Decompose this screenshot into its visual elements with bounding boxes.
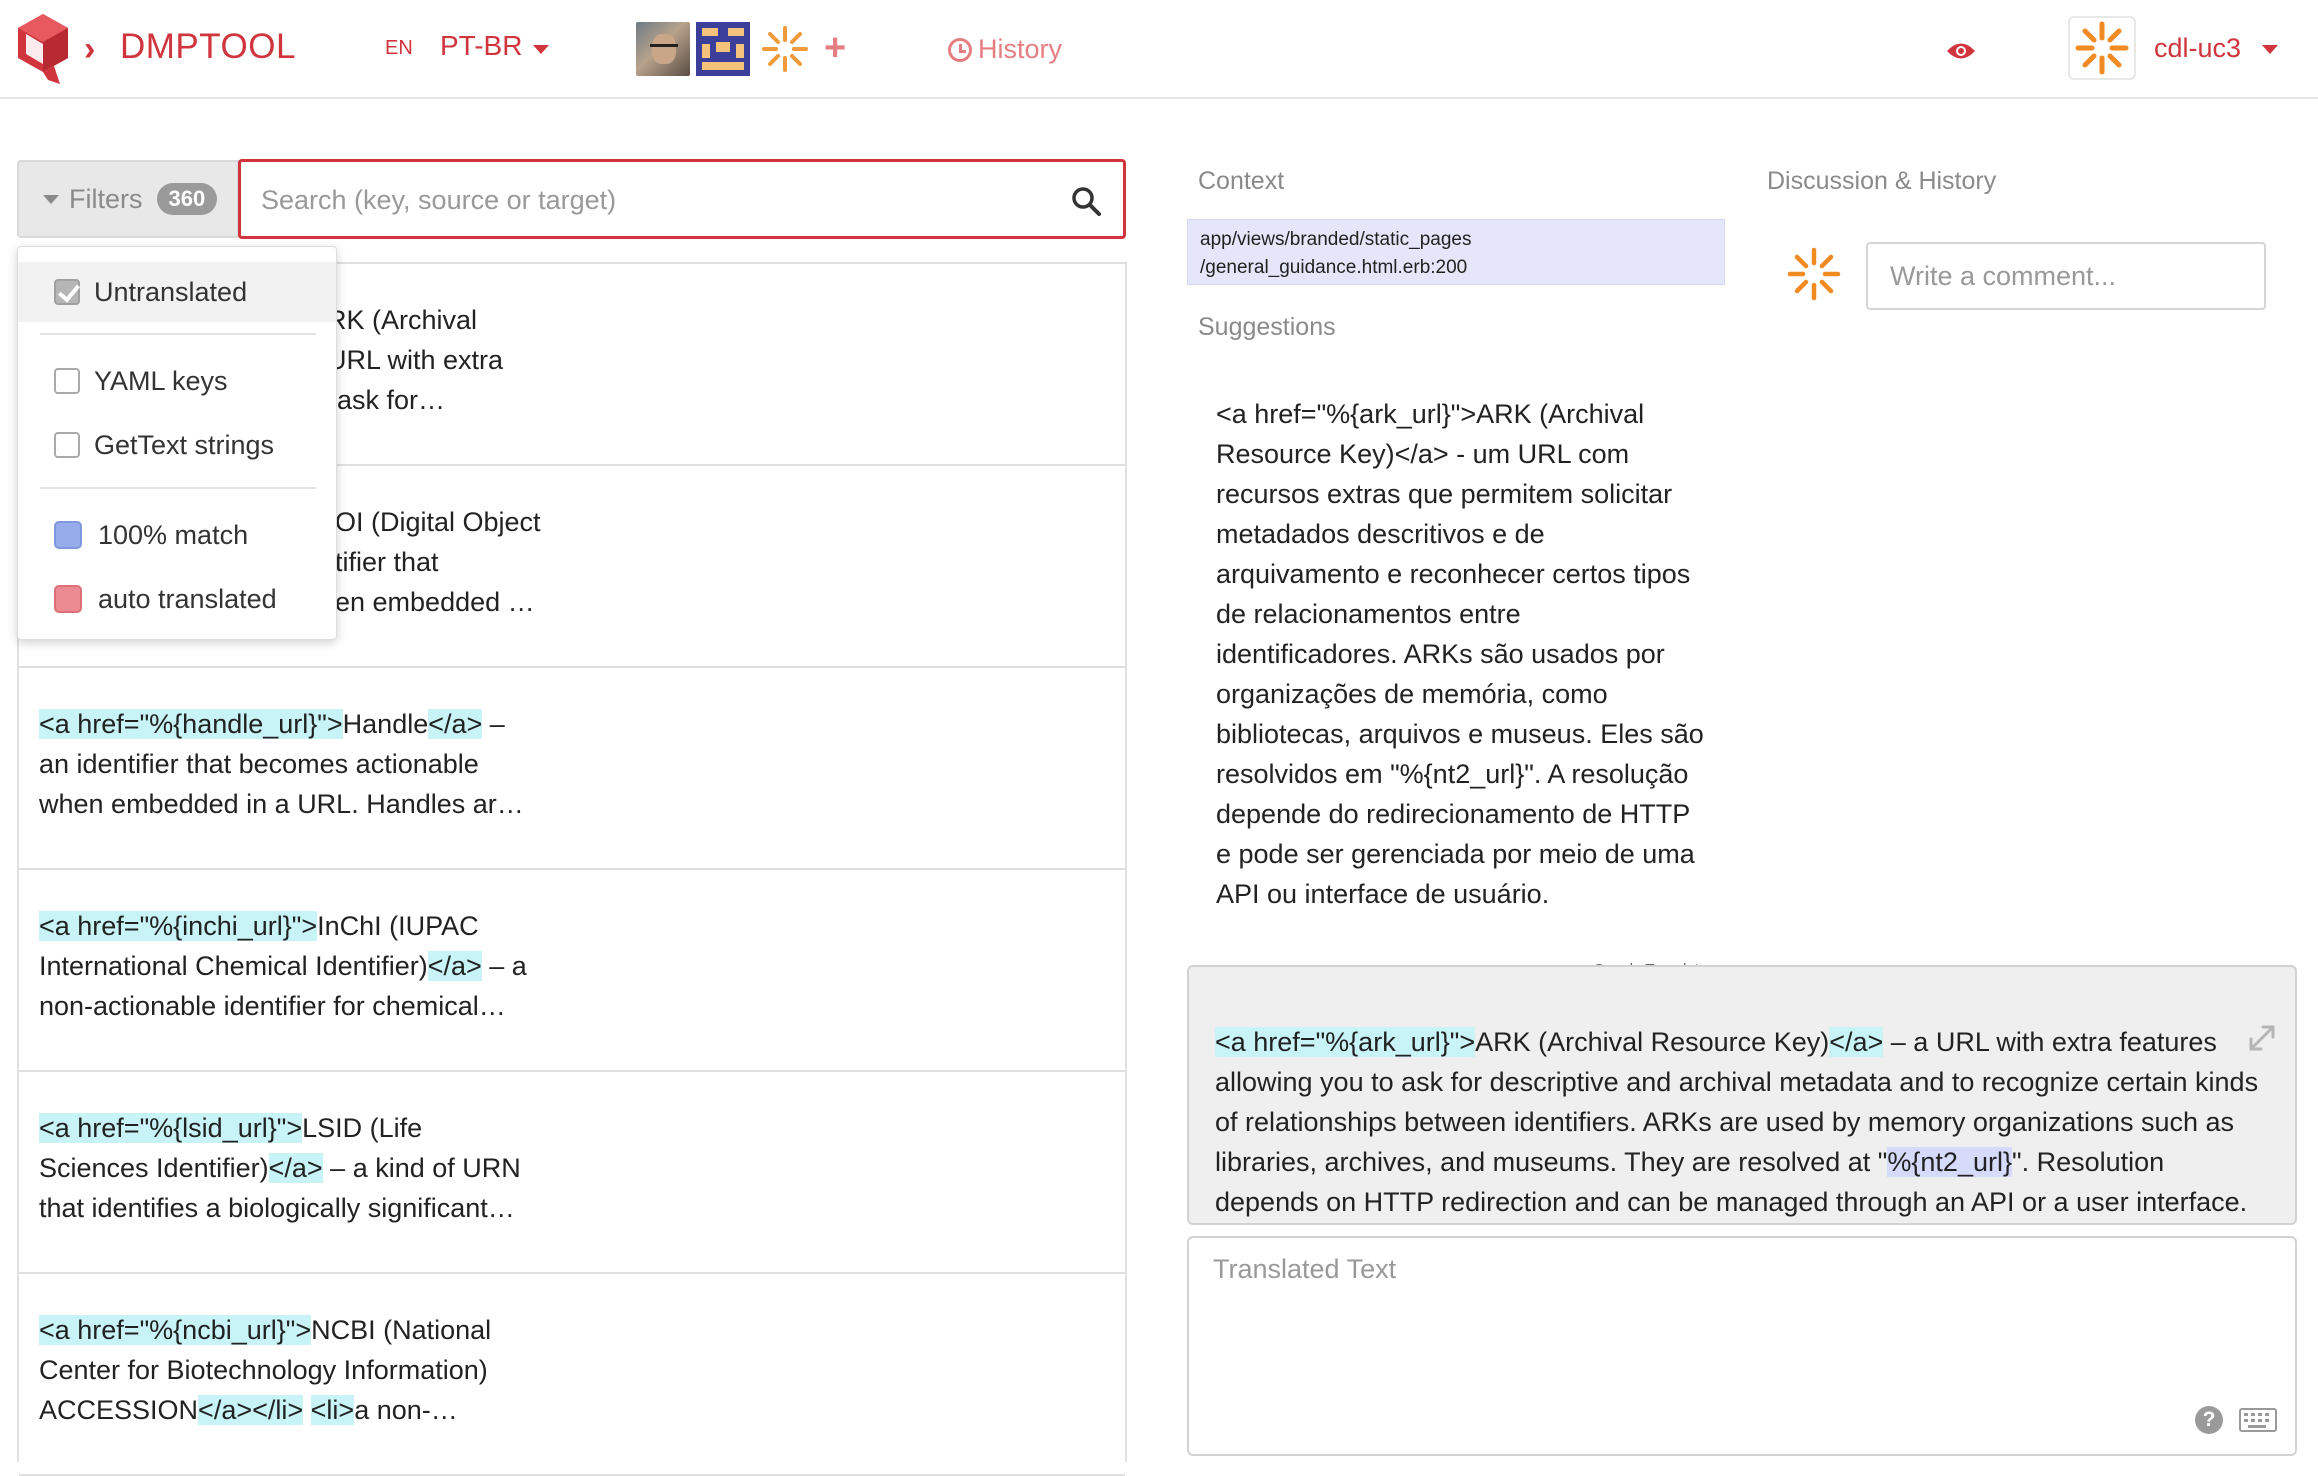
keyboard-icon[interactable] [2239, 1408, 2277, 1432]
filters-dropdown-menu: Untranslated YAML keys GetText strings 1… [17, 246, 337, 640]
filter-yaml-keys[interactable]: YAML keys [18, 351, 336, 411]
history-label: History [978, 34, 1063, 64]
search-box [238, 159, 1126, 239]
project-name-link[interactable]: DMPTOOL [120, 27, 296, 67]
history-link[interactable]: History [948, 34, 1062, 65]
comment-input[interactable] [1866, 242, 2266, 310]
clock-icon [948, 37, 972, 62]
discussion-history-label: Discussion & History [1767, 167, 1997, 195]
source-text: <a href="%{ark_url}">ARK (Archival Resou… [1215, 1027, 2259, 1217]
help-icon[interactable]: ? [2195, 1406, 2223, 1434]
expand-icon[interactable] [2247, 1023, 2277, 1053]
checkbox-icon[interactable] [54, 432, 80, 458]
context-label: Context [1198, 167, 1285, 195]
filter-untranslated[interactable]: Untranslated [18, 262, 336, 322]
eye-icon[interactable] [1946, 40, 1976, 62]
string-list-item[interactable]: <a href="%{lsid_url}">LSID (Life Science… [19, 1072, 1125, 1274]
filters-count-badge: 360 [156, 183, 218, 215]
string-preview: <a href="%{inchi_url}">InChI (IUPAC Inte… [39, 911, 527, 1021]
filter-gettext-strings[interactable]: GetText strings [18, 415, 336, 475]
team-member-avatar[interactable] [758, 22, 812, 76]
add-member-button[interactable]: + [824, 26, 846, 70]
team-member-avatar[interactable] [696, 22, 750, 76]
caret-down-icon[interactable] [2262, 45, 2278, 54]
source-text-panel: <a href="%{ark_url}">ARK (Archival Resou… [1187, 965, 2297, 1225]
target-language-dropdown[interactable]: PT-BR [440, 30, 522, 62]
filters-label: Filters [69, 183, 143, 214]
breadcrumb-chevron-icon: › [84, 30, 96, 68]
context-path: app/views/branded/static_pages /general_… [1187, 219, 1725, 285]
color-swatch-icon [54, 585, 82, 613]
caret-down-icon [43, 194, 59, 204]
search-input[interactable] [261, 182, 1041, 218]
string-preview: <a href="%{handle_url}">Handle</a> – an … [39, 709, 524, 819]
team-member-avatar[interactable] [636, 22, 690, 76]
search-icon[interactable] [1071, 186, 1101, 216]
string-list-item[interactable]: <a href="%{handle_url}">Handle</a> – an … [19, 668, 1125, 870]
top-navbar: › DMPTOOL EN PT-BR + History cdl-uc3 [0, 0, 2318, 99]
filters-button[interactable]: Filters 360 [17, 160, 239, 238]
checkbox-checked-icon[interactable] [54, 279, 80, 305]
string-list-item[interactable]: <a href="%{ncbi_url}">NCBI (National Cen… [19, 1274, 1125, 1476]
string-list-item[interactable]: <a href="%{inchi_url}">InChI (IUPAC Inte… [19, 870, 1125, 1072]
translation-input[interactable] [1213, 1254, 2213, 1404]
filter-100-match[interactable]: 100% match [18, 505, 336, 565]
sun-avatar-icon [1787, 247, 1841, 301]
string-preview: <a href="%{ncbi_url}">NCBI (National Cen… [39, 1315, 492, 1425]
caret-down-icon[interactable] [533, 45, 549, 54]
suggestions-label: Suggestions [1198, 313, 1336, 341]
source-language-link[interactable]: EN [385, 37, 413, 60]
suggestion-text[interactable]: <a href="%{ark_url}">ARK (Archival Resou… [1216, 394, 1706, 914]
menu-divider [40, 487, 316, 489]
translation-editor: ? [1187, 1236, 2297, 1456]
menu-divider [40, 333, 316, 335]
string-preview: OI (Digital Object tifier that en embedd… [335, 507, 541, 617]
string-preview: <a href="%{lsid_url}">LSID (Life Science… [39, 1113, 521, 1223]
sun-avatar-icon [2075, 21, 2129, 75]
checkbox-icon[interactable] [54, 368, 80, 394]
color-swatch-icon [54, 521, 82, 549]
string-preview: RK (Archival URL with extra ask for… [327, 305, 504, 415]
user-avatar[interactable] [2068, 16, 2136, 80]
filter-auto-translated[interactable]: auto translated [18, 569, 336, 629]
dmptool-logo-icon[interactable] [14, 12, 72, 86]
user-menu[interactable]: cdl-uc3 [2154, 33, 2241, 64]
